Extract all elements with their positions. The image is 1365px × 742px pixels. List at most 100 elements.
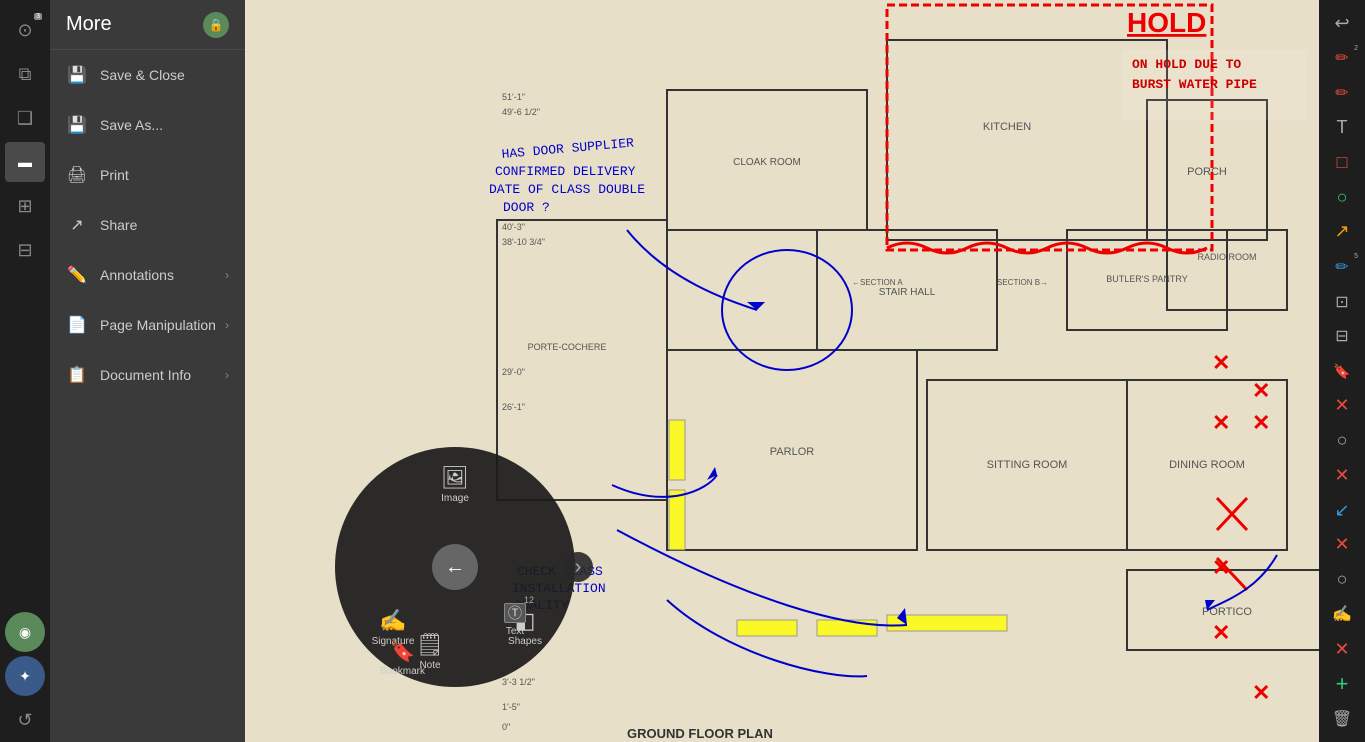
right-icon-circle-green[interactable]: ○ [1325,182,1359,213]
right-icon-x-red-1[interactable]: ✕ [1325,390,1359,421]
svg-text:GROUND FLOOR PLAN: GROUND FLOOR PLAN [627,726,773,741]
page-manipulation-label: Page Manipulation [100,317,216,333]
right-icon-plus[interactable]: + [1325,669,1359,700]
right-icon-circle-3[interactable]: ○ [1325,564,1359,595]
svg-text:PARLOR: PARLOR [770,446,814,458]
strip-icon-home[interactable]: ⊙ 3 [5,10,45,50]
svg-text:ON HOLD DUE TO: ON HOLD DUE TO [1132,57,1241,72]
svg-text:BUTLER'S PANTRY: BUTLER'S PANTRY [1106,274,1187,284]
right-icon-text[interactable]: T [1325,112,1359,143]
right-icon-bookmark[interactable]: 🔖 [1325,356,1359,387]
strip-icon-grid[interactable]: ⊟ [5,230,45,270]
radial-menu[interactable]: 🖼 Image ✍ Signature ◧ Shapes 🗒 Note [335,447,575,687]
document-info-arrow: › [225,368,229,382]
svg-text:29'-0": 29'-0" [502,367,525,377]
svg-text:RADIO ROOM: RADIO ROOM [1197,252,1256,262]
right-toolbar: ↩ ✏ 2 ✏ T □ ○ ↗ ✏ 5 ⊡ ⊟ 🔖 ✕ ○ ✕ ↙ ✕ ○ ✍ … [1319,0,1365,742]
right-icon-pen-tool[interactable]: ✍ [1325,599,1359,630]
image-icon: 🖼 [441,465,469,491]
svg-text:51'-1": 51'-1" [502,92,525,102]
right-icon-trash[interactable]: 🗑 [1325,703,1359,734]
save-as-icon: 💾 [66,114,88,136]
svg-text:SECTION B→: SECTION B→ [997,278,1048,287]
right-icon-circle-2[interactable]: ○ [1325,425,1359,456]
right-icon-camera[interactable]: ⊡ [1325,286,1359,317]
right-icon-x-red-2[interactable]: ✕ [1325,460,1359,491]
sidebar-header: More 🔒 [50,0,245,50]
share-label: Share [100,217,137,233]
save-close-icon: 💾 [66,64,88,86]
right-icon-undo[interactable]: ↩ [1325,8,1359,39]
menu-item-share[interactable]: ↗ Share [50,200,245,250]
strip-icon-star[interactable]: ✦ [5,656,45,696]
right-icon-pen-red-1[interactable]: ✏ 2 [1325,43,1359,74]
document-info-label: Document Info [100,367,191,383]
menu-item-save-close[interactable]: 💾 Save & Close [50,50,245,100]
right-icon-arrow-blue[interactable]: ↙ [1325,495,1359,526]
radial-expand-button[interactable]: › [563,552,593,582]
menu-item-annotations[interactable]: ✏️ Annotations › [50,250,245,300]
svg-text:✕: ✕ [1212,410,1230,435]
right-icon-pen-blue[interactable]: ✏ 5 [1325,251,1359,282]
menu-item-save-as[interactable]: 💾 Save As... [50,100,245,150]
radial-center-button[interactable]: ← [432,544,478,590]
chevron-right-icon: › [575,556,582,579]
svg-text:HOLD: HOLD [1127,7,1206,38]
right-icon-pen-red-2[interactable]: ✏ [1325,78,1359,109]
svg-text:40'-3": 40'-3" [502,222,525,232]
strip-icon-user1[interactable]: ◉ [5,612,45,652]
svg-text:49'-6 1/2": 49'-6 1/2" [502,107,540,117]
menu-item-page-manipulation[interactable]: 📄 Page Manipulation › [50,300,245,350]
svg-text:PORTE-COCHERE: PORTE-COCHERE [528,342,607,352]
lock-badge: 🔒 [203,12,229,38]
page-manipulation-arrow: › [225,318,229,332]
sidebar-menu-panel: More 🔒 💾 Save & Close 💾 Save As... 🖨 Pri… [50,0,245,742]
radial-item-bookmark[interactable]: 🔖 Bookmark [375,639,430,677]
svg-text:KITCHEN: KITCHEN [983,121,1031,133]
share-icon: ↗ [66,214,88,236]
right-icon-arrow-yellow[interactable]: ↗ [1325,217,1359,248]
left-icon-strip: ⊙ 3 ⧉ ❑ ▬ ⊞ ⊟ ◉ ✦ ↺ [0,0,50,742]
document-info-icon: 📋 [66,364,88,386]
save-close-label: Save & Close [100,67,185,83]
svg-text:STAIR HALL: STAIR HALL [879,287,936,298]
menu-item-print[interactable]: 🖨 Print [50,150,245,200]
svg-text:26'-1": 26'-1" [502,402,525,412]
back-arrow-icon: ← [445,556,465,579]
svg-text:✕: ✕ [1252,378,1270,403]
svg-text:DOOR ?: DOOR ? [503,200,550,215]
page-manipulation-icon: 📄 [66,314,88,336]
svg-text:0": 0" [502,722,510,732]
svg-text:✕: ✕ [1212,620,1230,645]
svg-text:DATE OF CLASS DOUBLE: DATE OF CLASS DOUBLE [489,182,645,197]
right-icon-x-red-3[interactable]: ✕ [1325,529,1359,560]
svg-text:1'-5": 1'-5" [502,702,520,712]
strip-icon-copy[interactable]: ❑ [5,98,45,138]
bookmark-icon: 🔖 [390,639,415,664]
right-icon-rect-red[interactable]: □ [1325,147,1359,178]
svg-text:CONFIRMED DELIVERY: CONFIRMED DELIVERY [495,164,636,179]
strip-icon-refresh[interactable]: ↺ [5,700,45,740]
radial-item-image[interactable]: 🖼 Image [425,465,485,504]
svg-text:DINING ROOM: DINING ROOM [1169,459,1245,471]
signature-icon: ✍ [379,608,406,634]
strip-icon-layers[interactable]: ⧉ [5,54,45,94]
main-content: KITCHEN PORCH CLOAK ROOM STAIR HALL ←SEC… [245,0,1319,742]
svg-text:←SECTION A: ←SECTION A [852,278,903,287]
annotations-arrow: › [225,268,229,282]
svg-text:✕: ✕ [1212,350,1230,375]
annotations-icon: ✏️ [66,264,88,286]
text-tool-icon: Ⓣ 12 [504,601,526,624]
radial-item-text[interactable]: Ⓣ 12 Text [490,601,540,637]
strip-icon-active[interactable]: ▬ [5,142,45,182]
svg-text:BURST WATER PIPE: BURST WATER PIPE [1132,77,1257,92]
svg-text:✕: ✕ [1252,680,1270,705]
strip-icon-map[interactable]: ⊞ [5,186,45,226]
print-icon: 🖨 [66,164,88,186]
right-icon-x-red-4[interactable]: ✕ [1325,634,1359,665]
svg-text:CLOAK ROOM: CLOAK ROOM [733,157,801,168]
svg-text:38'-10 3/4": 38'-10 3/4" [502,237,545,247]
menu-item-document-info[interactable]: 📋 Document Info › [50,350,245,400]
right-icon-tag[interactable]: ⊟ [1325,321,1359,352]
sidebar-title: More [66,13,203,36]
